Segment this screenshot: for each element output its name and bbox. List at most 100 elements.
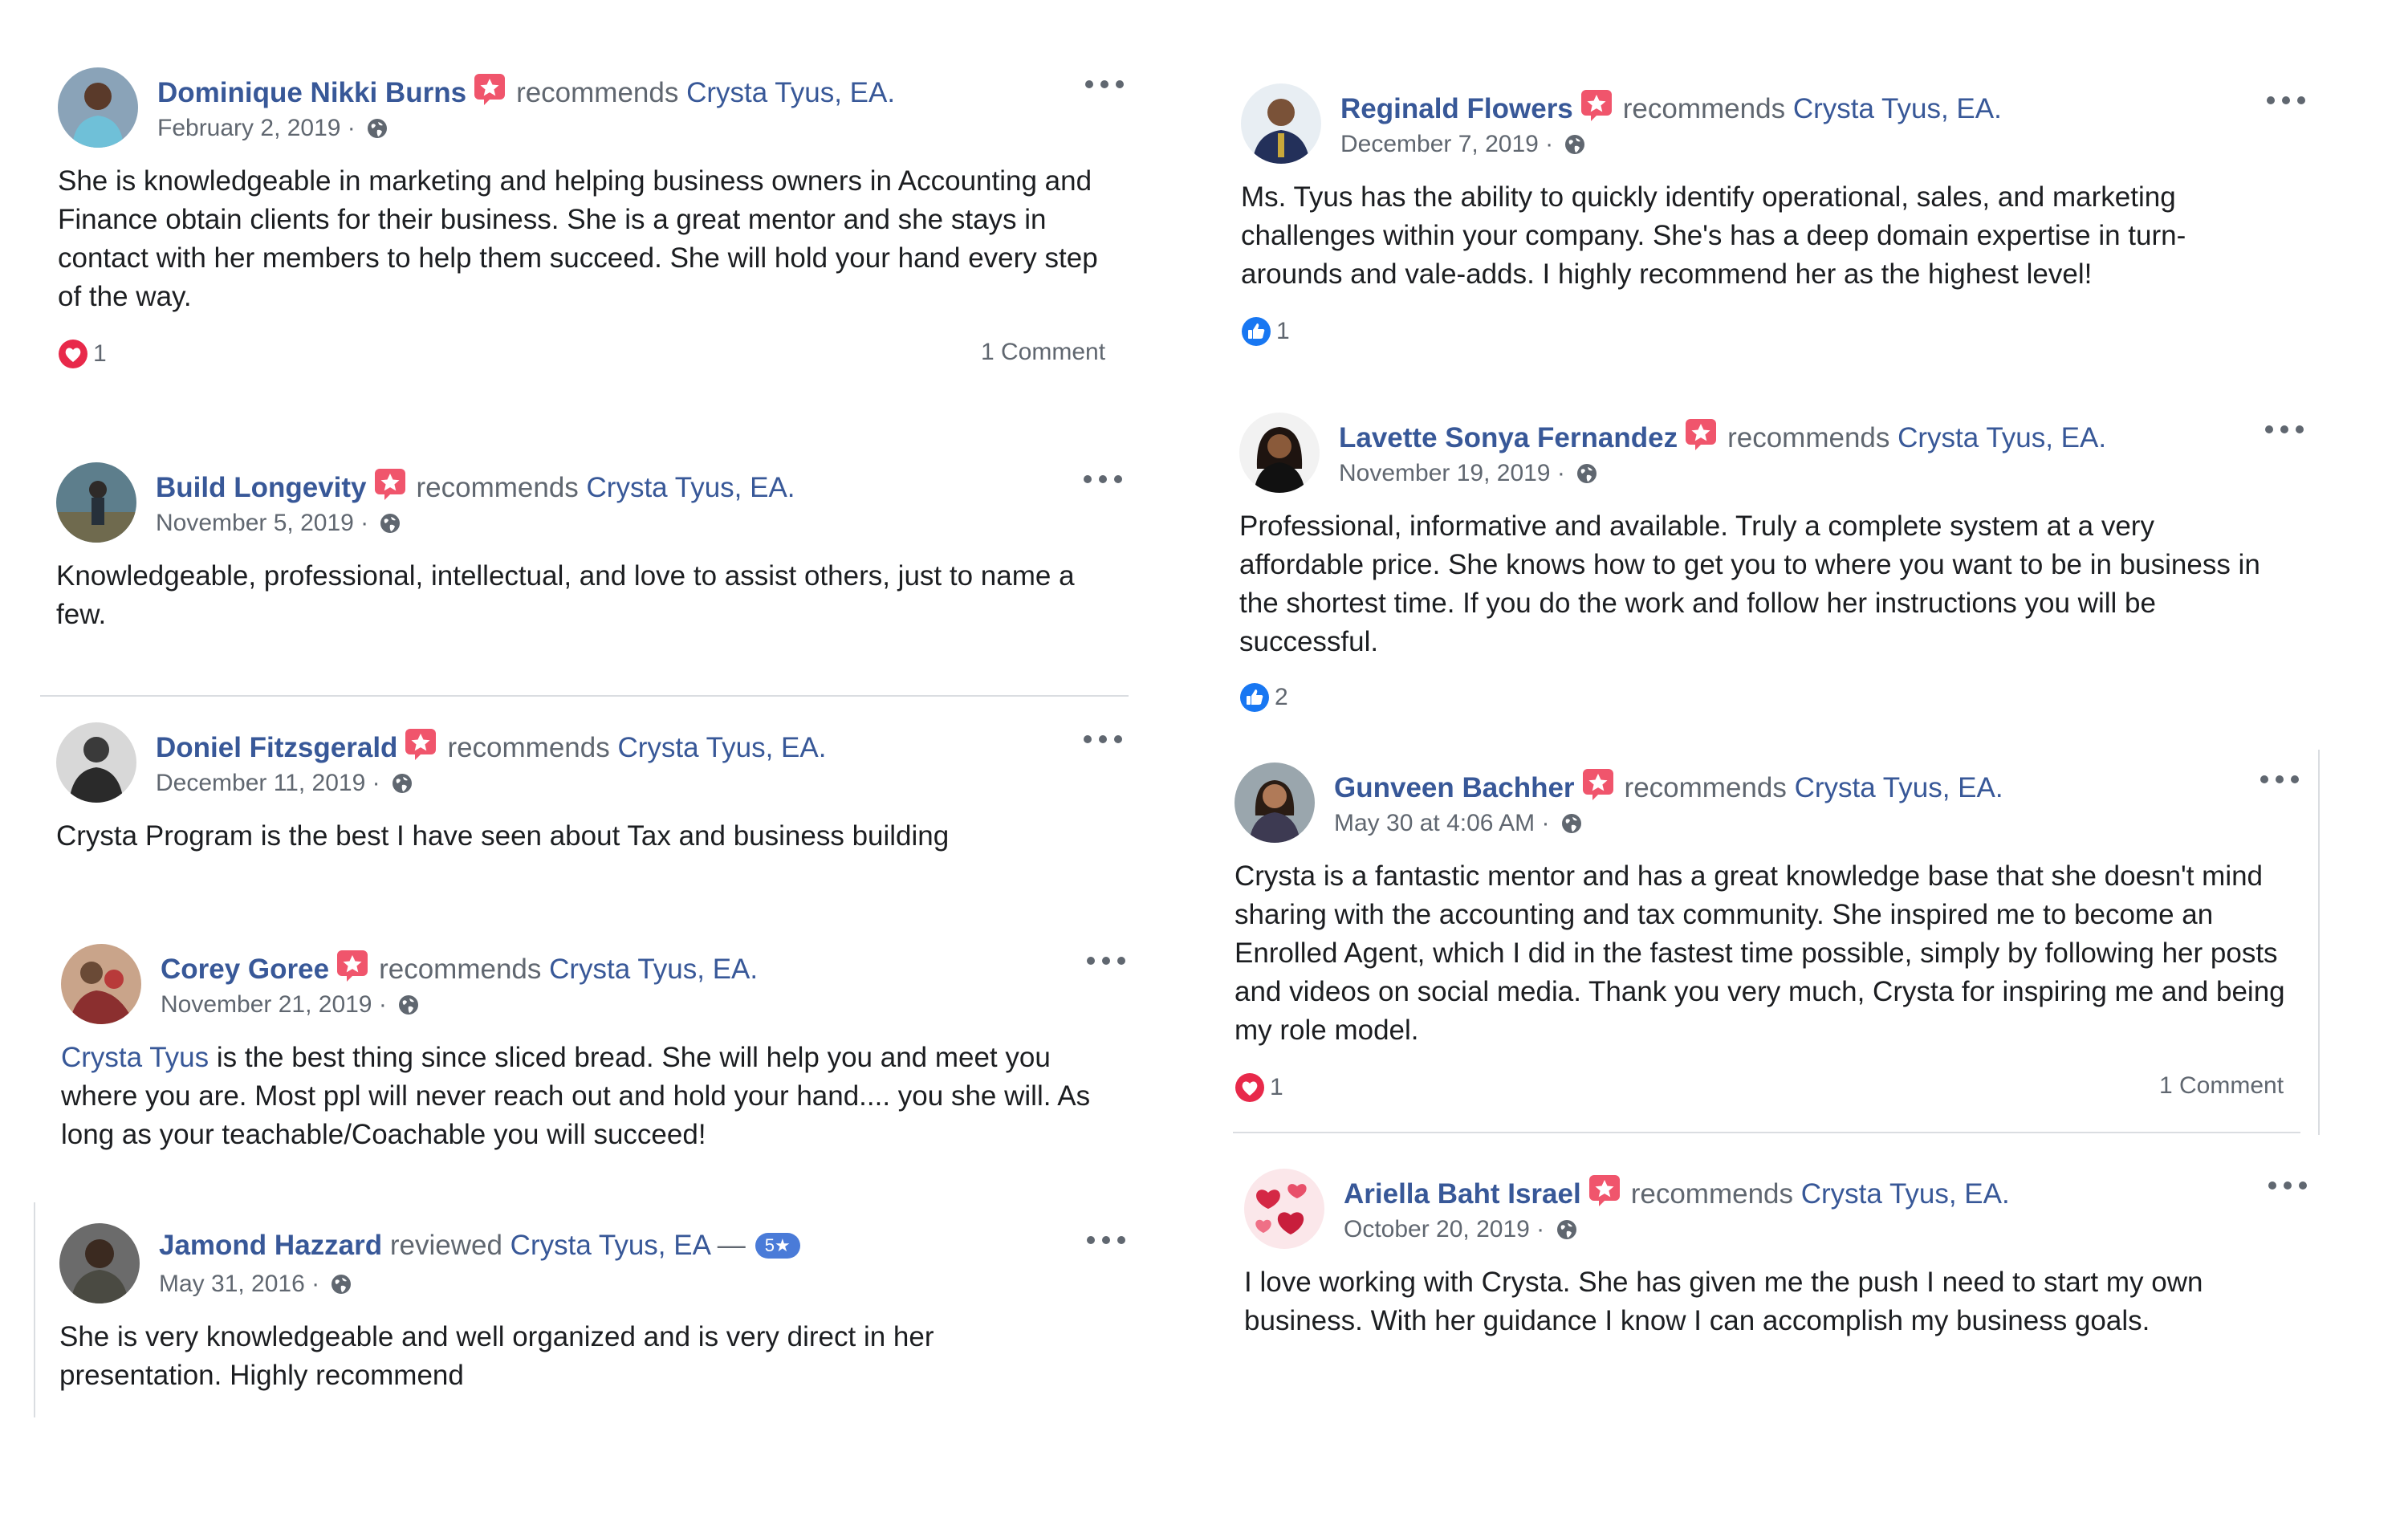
more-options-button[interactable] (2268, 1177, 2307, 1193)
review-text: Knowledgeable, professional, intellectua… (56, 560, 1075, 630)
recommendation-icon (1580, 88, 1613, 122)
globe-icon (1555, 1218, 1579, 1242)
avatar[interactable] (59, 1223, 140, 1303)
avatar[interactable] (1244, 1169, 1324, 1249)
post-date[interactable]: November 5, 2019 · (156, 510, 368, 536)
comment-count-link[interactable]: 1 Comment (981, 339, 1105, 366)
more-options-button[interactable] (1084, 470, 1122, 486)
globe-icon (1575, 462, 1599, 486)
post-date[interactable]: November 21, 2019 · (161, 991, 387, 1018)
reactions-summary[interactable]: 1 (1241, 316, 1290, 347)
avatar[interactable] (56, 722, 136, 803)
more-options-button[interactable] (2260, 771, 2299, 787)
review-text: Professional, informative and available.… (1239, 510, 2260, 657)
action-text: recommends (1630, 1178, 1793, 1210)
page-link[interactable]: Crysta Tyus, EA. (1801, 1178, 2010, 1210)
page-link[interactable]: Crysta Tyus, EA. (617, 732, 826, 763)
post-date[interactable]: February 2, 2019 · (157, 115, 356, 141)
review-post: Reginald Flowers recommends Crysta Tyus, … (1241, 83, 2316, 356)
post-header: Lavette Sonya Fernandez recommends Crysta… (1339, 417, 2106, 456)
post-date[interactable]: May 31, 2016 · (159, 1271, 319, 1297)
page-link[interactable]: Crysta Tyus, EA. (1795, 772, 2003, 803)
page-link[interactable]: Crysta Tyus, EA. (1793, 93, 2002, 124)
column-edge-line (2318, 750, 2320, 1135)
avatar[interactable] (1235, 763, 1315, 843)
post-meta: February 2, 2019 · (157, 112, 389, 144)
recommendation-icon (1581, 767, 1615, 801)
avatar[interactable] (1241, 83, 1321, 164)
more-options-button[interactable] (1085, 75, 1124, 92)
divider (1233, 1132, 2300, 1133)
review-post: Build Longevity recommends Crysta Tyus, E… (56, 462, 1132, 655)
post-header: Doniel Fitzsgerald recommends Crysta Tyus… (156, 727, 826, 766)
post-meta: November 19, 2019 · (1339, 458, 1599, 490)
tagged-page-link[interactable]: Crysta Tyus (61, 1042, 209, 1073)
review-post: Dominique Nikki Burns recommends Crysta T… (58, 67, 1133, 388)
rating-badge: 5★ (755, 1233, 800, 1259)
avatar[interactable] (56, 462, 136, 543)
post-meta: November 5, 2019 · (156, 507, 402, 539)
author-name[interactable]: Build Longevity (156, 472, 367, 503)
review-post: Doniel Fitzsgerald recommends Crysta Tyus… (56, 722, 1132, 867)
avatar[interactable] (1239, 413, 1320, 493)
post-date[interactable]: May 30 at 4:06 AM · (1334, 810, 1549, 836)
action-text: recommends (1624, 772, 1787, 803)
post-date[interactable]: December 11, 2019 · (156, 770, 380, 796)
more-options-button[interactable] (2267, 92, 2305, 108)
post-date[interactable]: December 7, 2019 · (1340, 131, 1553, 157)
globe-icon (378, 511, 402, 535)
avatar[interactable] (58, 67, 138, 148)
action-text: recommends (1727, 422, 1890, 453)
page-link[interactable]: Crysta Tyus, EA (510, 1230, 710, 1261)
review-post: Lavette Sonya Fernandez recommends Crysta… (1239, 413, 2315, 734)
reactions-summary[interactable]: 1 (1235, 1072, 1283, 1103)
author-name[interactable]: Gunveen Bachher (1334, 772, 1575, 803)
action-text: recommends (1622, 93, 1786, 124)
globe-icon (365, 116, 389, 140)
more-options-button[interactable] (2265, 421, 2304, 437)
post-meta: May 30 at 4:06 AM · (1334, 807, 1584, 840)
author-name[interactable]: Corey Goree (161, 954, 329, 985)
column-edge-line (34, 1202, 35, 1417)
recommendation-icon (1588, 1173, 1621, 1207)
comment-count-link[interactable]: 1 Comment (2159, 1072, 2284, 1100)
post-date[interactable]: October 20, 2019 · (1344, 1216, 1544, 1242)
more-options-button[interactable] (1084, 730, 1122, 746)
action-text: reviewed (389, 1230, 502, 1261)
reaction-count: 1 (1270, 1074, 1283, 1100)
author-name[interactable]: Dominique Nikki Burns (157, 77, 466, 108)
reactions-summary[interactable]: 2 (1239, 682, 1288, 713)
reaction-count: 2 (1275, 684, 1288, 710)
action-text: recommends (447, 732, 610, 763)
author-name[interactable]: Doniel Fitzsgerald (156, 732, 397, 763)
post-meta: December 7, 2019 · (1340, 128, 1587, 161)
post-date[interactable]: November 19, 2019 · (1339, 460, 1565, 486)
reactions-summary[interactable]: 1 (58, 339, 107, 369)
more-options-button[interactable] (1087, 952, 1125, 968)
author-name[interactable]: Reginald Flowers (1340, 93, 1573, 124)
recommendation-icon (373, 467, 407, 501)
more-options-button[interactable] (1087, 1231, 1125, 1247)
page-link[interactable]: Crysta Tyus, EA. (549, 954, 758, 985)
review-text: Crysta Tyus is the best thing since slic… (61, 1039, 1121, 1154)
separator: — (710, 1230, 746, 1261)
review-text: She is knowledgeable in marketing and he… (58, 165, 1098, 312)
like-reaction-icon (1239, 682, 1270, 713)
post-header: Ariella Baht Israel recommends Crysta Tyu… (1344, 1173, 2010, 1212)
review-post: Jamond Hazzard reviewed Crysta Tyus, EA … (59, 1223, 1135, 1416)
page-link[interactable]: Crysta Tyus, EA. (1898, 422, 2106, 453)
author-name[interactable]: Jamond Hazzard (159, 1230, 382, 1261)
globe-icon (329, 1272, 353, 1296)
author-name[interactable]: Ariella Baht Israel (1344, 1178, 1581, 1210)
divider (40, 695, 1129, 697)
page-link[interactable]: Crysta Tyus, EA. (587, 472, 795, 503)
review-text: I love working with Crysta. She has give… (1244, 1267, 2203, 1336)
action-text: recommends (416, 472, 579, 503)
review-text: Crysta is a fantastic mentor and has a g… (1235, 860, 2285, 1046)
post-header: Dominique Nikki Burns recommends Crysta T… (157, 72, 895, 111)
avatar[interactable] (61, 944, 141, 1024)
review-post: Gunveen Bachher recommends Crysta Tyus, E… (1235, 763, 2310, 1124)
author-name[interactable]: Lavette Sonya Fernandez (1339, 422, 1678, 453)
reaction-count: 1 (93, 340, 107, 367)
page-link[interactable]: Crysta Tyus, EA. (686, 77, 895, 108)
